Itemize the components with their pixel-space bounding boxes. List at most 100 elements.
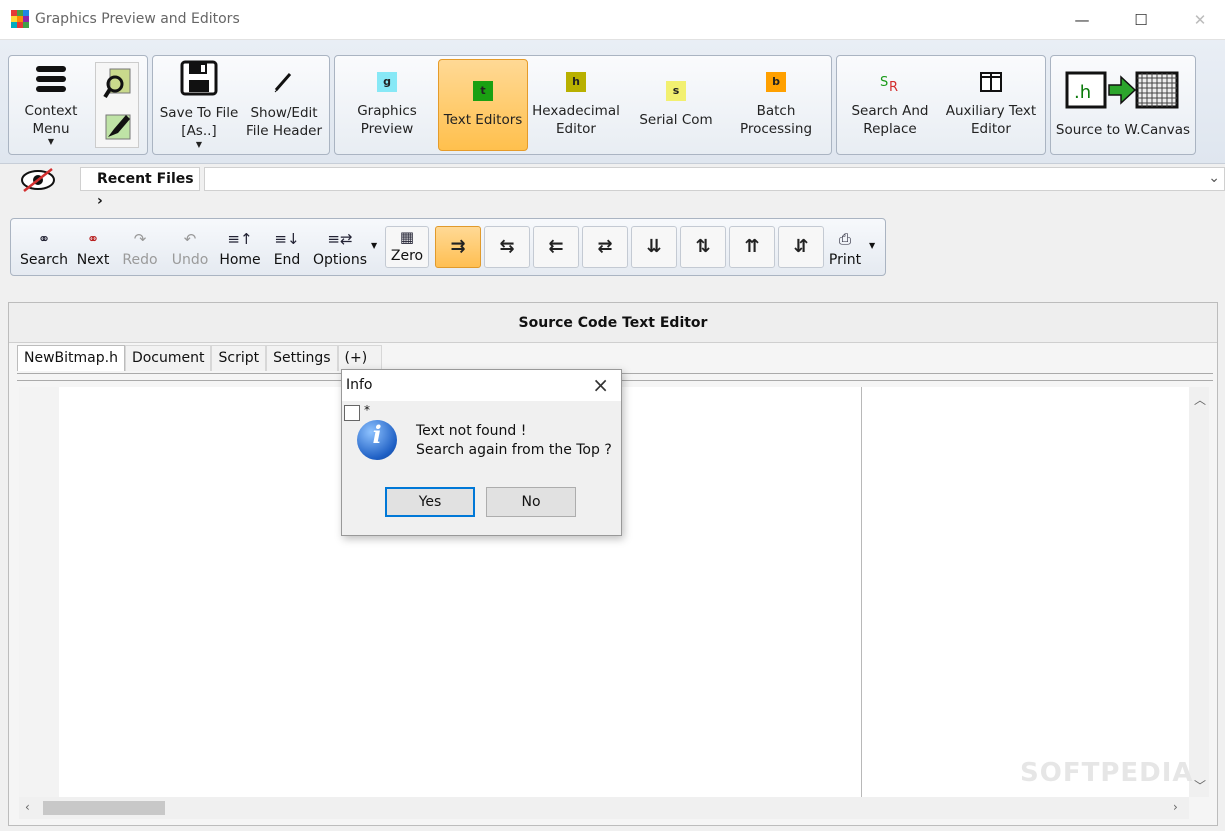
show-edit-header-button[interactable]: Show/Edit File Header: [243, 59, 325, 151]
dialog-message-line-1: Text not found !: [416, 423, 527, 439]
save-label-2: [As..]: [181, 123, 217, 139]
home-button[interactable]: ≡↑ Home: [215, 225, 265, 271]
dialog-message: Text not found ! Search again from the T…: [416, 422, 612, 460]
source-to-canvas-icon: .h: [1065, 71, 1179, 109]
no-button[interactable]: No: [486, 487, 576, 517]
direction-button-1[interactable]: ⇉: [435, 226, 481, 268]
horizontal-scroll-thumb[interactable]: [43, 801, 165, 815]
batch-label-2: Processing: [739, 121, 813, 137]
batch-processing-button[interactable]: b Batch Processing: [731, 59, 821, 151]
graphics-preview-label-1: Graphics: [357, 103, 417, 119]
printer-icon: ⎙: [838, 230, 851, 248]
info-dialog: Info × * i Text not found ! Search again…: [341, 369, 622, 536]
tools-panel: [95, 62, 139, 148]
recent-files-dropdown[interactable]: ⌄: [204, 167, 1225, 191]
search-replace-label-2: Replace: [863, 121, 917, 137]
tab-add[interactable]: (+): [337, 345, 382, 371]
hamburger-icon: [36, 66, 66, 92]
aux-editor-label-1: Auxiliary Text: [945, 103, 1037, 119]
serial-com-label: Serial Com: [639, 112, 713, 128]
tab-newbitmap[interactable]: NewBitmap.h: [17, 345, 125, 371]
graphics-chip-icon: g: [377, 72, 397, 92]
svg-text:S: S: [880, 75, 888, 90]
search-replace-icon: SR: [880, 75, 898, 94]
scroll-down-icon[interactable]: ﹀: [1194, 777, 1206, 794]
line-number-gutter: [19, 387, 59, 797]
tab-settings[interactable]: Settings: [266, 345, 338, 371]
options-dropdown-icon[interactable]: ▼: [371, 241, 377, 250]
horizontal-scrollbar[interactable]: ‹ ›: [19, 797, 1189, 819]
direction-button-5[interactable]: ⇊: [631, 226, 677, 268]
direction-button-7[interactable]: ⇈: [729, 226, 775, 268]
minimize-button[interactable]: —: [1062, 6, 1102, 34]
context-menu-label-1: Context: [24, 103, 78, 119]
redo-icon: ↷: [133, 230, 147, 248]
direction-button-2[interactable]: ⇆: [484, 226, 530, 268]
hexadecimal-editor-button[interactable]: h Hexadecimal Editor: [531, 59, 621, 151]
maximize-button[interactable]: ☐: [1121, 6, 1161, 34]
zero-button[interactable]: ▦ Zero: [385, 226, 429, 268]
redo-label: Redo: [122, 252, 158, 268]
serial-com-button[interactable]: s Serial Com: [631, 59, 721, 151]
end-label: End: [273, 252, 301, 268]
show-edit-label-2: File Header: [245, 123, 323, 139]
dialog-checkbox[interactable]: [344, 405, 360, 421]
editor-splitter[interactable]: [861, 387, 862, 797]
search-button[interactable]: ⚭ Search: [15, 225, 73, 271]
zoom-icon[interactable]: [102, 67, 134, 101]
softpedia-watermark: SOFTPEDIA: [1020, 758, 1194, 788]
redo-button[interactable]: ↷ Redo: [117, 225, 163, 271]
undo-icon: ↶: [183, 230, 197, 248]
recent-files-bar: Recent Files › ⌄: [0, 164, 1225, 209]
dialog-close-icon[interactable]: ×: [592, 373, 609, 397]
dialog-title-bar: Info ×: [342, 370, 621, 401]
editors-group: g Graphics Preview t Text Editors h Hexa…: [334, 55, 832, 155]
vertical-scrollbar[interactable]: ︿ ﹀: [1189, 387, 1209, 797]
graphics-preview-button[interactable]: g Graphics Preview: [339, 59, 435, 151]
hex-chip-icon: h: [566, 72, 586, 92]
end-button[interactable]: ≡↓ End: [267, 225, 307, 271]
home-arrow-icon: ≡↑: [227, 230, 253, 248]
save-to-file-button[interactable]: Save To File [As..] ▼: [155, 59, 243, 151]
direction-button-4[interactable]: ⇄: [582, 226, 628, 268]
source-to-canvas-button[interactable]: .h Source to W.Canvas: [1055, 59, 1191, 151]
end-arrow-icon: ≡↓: [274, 230, 300, 248]
text-editors-button[interactable]: t Text Editors: [438, 59, 528, 151]
options-button[interactable]: ≡⇄ Options: [309, 225, 371, 271]
calculator-icon: ▦: [399, 228, 415, 246]
next-button[interactable]: ⚭ Next: [71, 225, 115, 271]
hide-preview-icon[interactable]: [18, 167, 58, 193]
title-bar: Graphics Preview and Editors — ☐ ✕: [0, 0, 1225, 40]
print-dropdown-icon[interactable]: ▼: [869, 241, 875, 250]
editor-header: Source Code Text Editor: [9, 303, 1217, 343]
print-button[interactable]: ⎙ Print: [825, 225, 865, 271]
scroll-right-icon[interactable]: ›: [1173, 800, 1178, 814]
direction-button-3[interactable]: ⇇: [533, 226, 579, 268]
tools-group: SR Search And Replace Auxiliary Text Edi…: [836, 55, 1046, 155]
undo-button[interactable]: ↶ Undo: [167, 225, 213, 271]
home-label: Home: [219, 252, 261, 268]
save-label-1: Save To File: [159, 105, 239, 121]
file-group: Save To File [As..] ▼ Show/Edit File Hea…: [152, 55, 330, 155]
direction-button-6[interactable]: ⇅: [680, 226, 726, 268]
pen-icon[interactable]: [102, 109, 134, 143]
scroll-up-icon[interactable]: ︿: [1194, 391, 1206, 408]
context-menu-button[interactable]: Context Menu ▼: [11, 59, 91, 151]
context-menu-label-2: Menu: [32, 121, 70, 137]
tab-script[interactable]: Script: [211, 345, 267, 371]
app-icon: [11, 10, 29, 28]
recent-files-button[interactable]: Recent Files ›: [80, 167, 200, 209]
direction-button-8[interactable]: ⇵: [778, 226, 824, 268]
context-group: Context Menu ▼: [8, 55, 148, 155]
batch-chip-icon: b: [766, 72, 786, 92]
auxiliary-text-editor-button[interactable]: Auxiliary Text Editor: [941, 59, 1041, 151]
binoculars-icon: ⚭: [37, 230, 51, 248]
close-button[interactable]: ✕: [1180, 6, 1220, 34]
yes-button[interactable]: Yes: [385, 487, 475, 517]
source-to-canvas-label: Source to W.Canvas: [1055, 122, 1191, 138]
scroll-left-icon[interactable]: ‹: [25, 800, 30, 814]
zero-label: Zero: [390, 248, 424, 264]
search-and-replace-button[interactable]: SR Search And Replace: [841, 59, 939, 151]
tab-document[interactable]: Document: [124, 345, 212, 371]
dialog-checkbox-label: *: [364, 403, 370, 417]
